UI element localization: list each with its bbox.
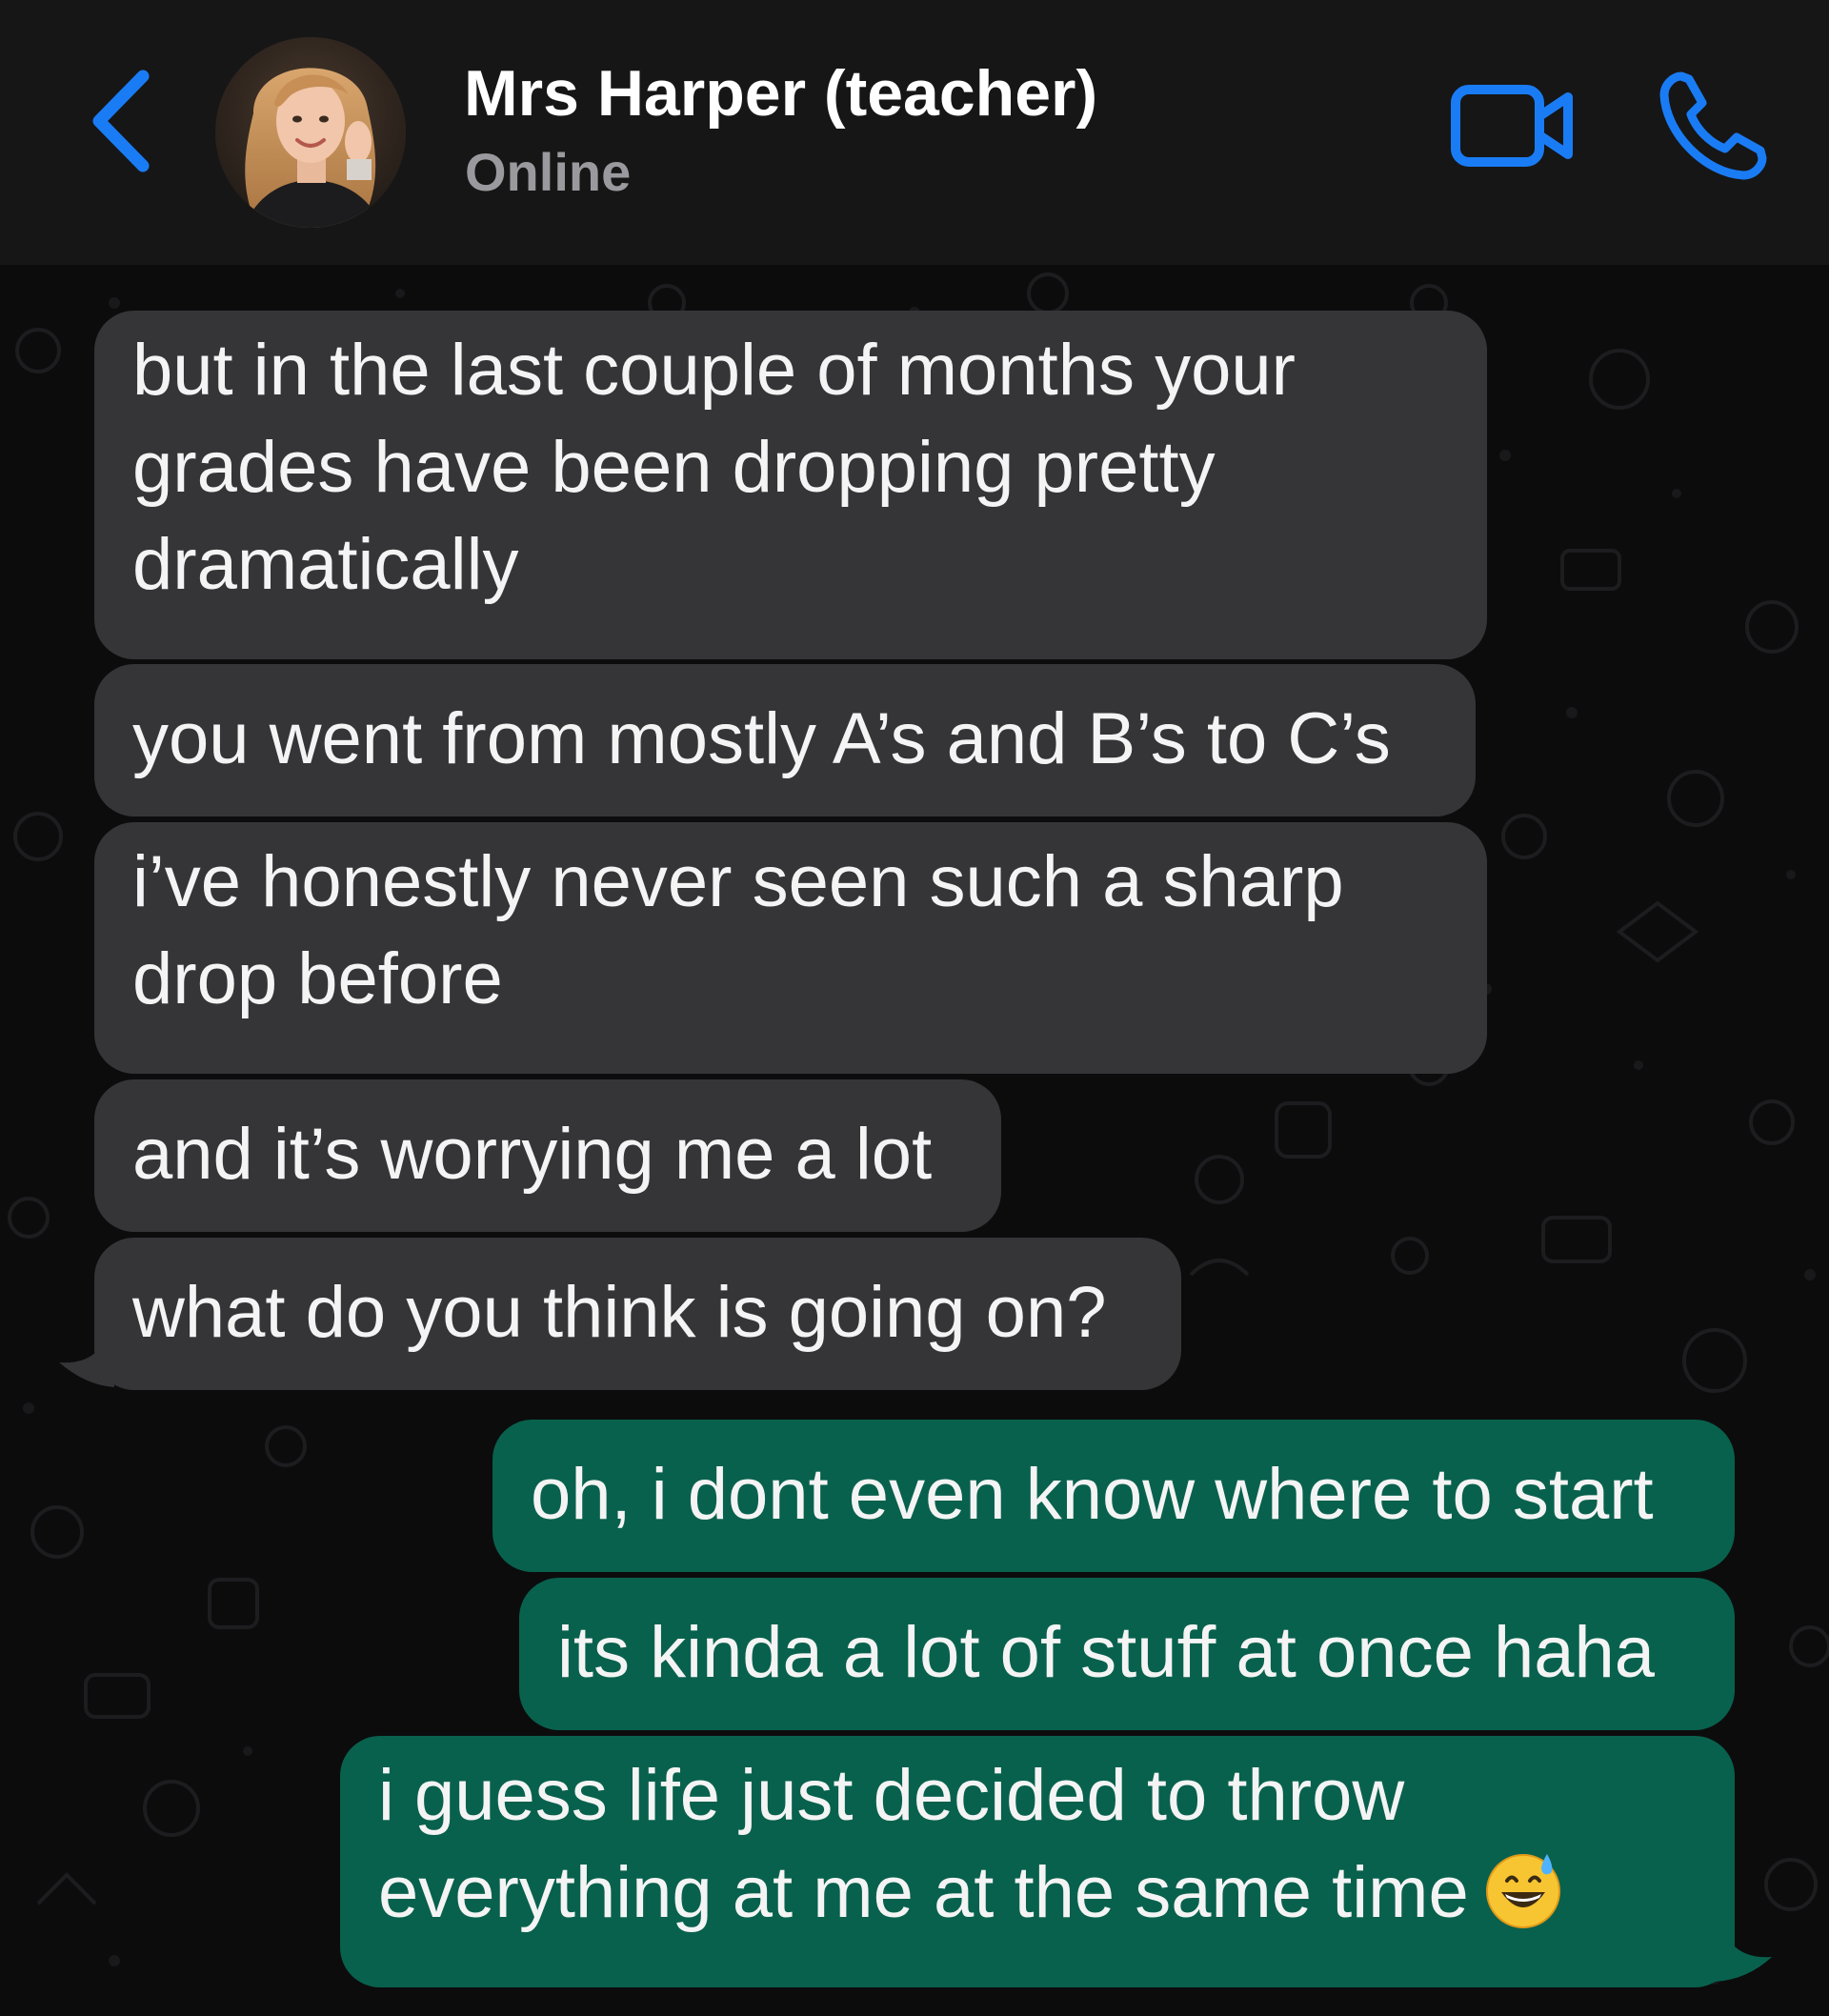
message-text-line: oh, i dont even know where to start — [531, 1454, 1654, 1535]
video-camera-icon — [1451, 85, 1573, 167]
incoming-message[interactable]: you went from mostly A’s and B’s to C’s — [94, 664, 1476, 816]
message-text-line: its kinda a lot of stuff at once haha — [557, 1612, 1656, 1693]
incoming-message[interactable]: and it’s worrying me a lot — [94, 1079, 1001, 1232]
message-text-line: grades have been dropping pretty — [132, 427, 1216, 508]
profile-photo — [215, 37, 406, 228]
message-text-line: dramatically — [132, 524, 519, 605]
back-button[interactable] — [78, 59, 173, 183]
message-text-line: you went from mostly A’s and B’s to C’s — [132, 698, 1391, 779]
incoming-bubble-tail — [59, 1330, 114, 1387]
incoming-message[interactable]: what do you think is going on? — [94, 1238, 1181, 1390]
phone-icon — [1659, 71, 1767, 180]
contact-status: Online — [465, 142, 632, 202]
video-call-button[interactable] — [1448, 78, 1581, 173]
chat-header: Mrs Harper (teacher) Online — [0, 0, 1829, 265]
contact-name[interactable]: Mrs Harper (teacher) — [464, 55, 1097, 131]
contact-avatar[interactable] — [215, 37, 406, 228]
outgoing-message[interactable]: i guess life just decided to throw every… — [340, 1736, 1735, 1987]
message-text-line: drop before — [132, 938, 503, 1019]
outgoing-message[interactable]: its kinda a lot of stuff at once haha — [519, 1578, 1735, 1730]
message-text-line: and it’s worrying me a lot — [132, 1114, 933, 1195]
incoming-message[interactable]: i’ve honestly never seen such a sharp dr… — [94, 822, 1487, 1074]
voice-call-button[interactable] — [1653, 67, 1772, 186]
message-text-line: but in the last couple of months your — [132, 330, 1296, 411]
outgoing-bubble-tail — [1715, 1925, 1772, 1982]
message-text-line: i guess life just decided to throw — [378, 1755, 1405, 1836]
incoming-message[interactable]: but in the last couple of months your gr… — [94, 311, 1487, 659]
chevron-left-icon — [92, 70, 150, 172]
message-text-line: everything at me at the same time — [378, 1845, 1698, 1942]
message-text-line: i’ve honestly never seen such a sharp — [132, 841, 1344, 922]
message-text-line: what do you think is going on? — [132, 1272, 1107, 1353]
outgoing-message[interactable]: oh, i dont even know where to start — [492, 1420, 1735, 1572]
grinning-face-with-sweat-emoji — [1485, 1854, 1560, 1928]
